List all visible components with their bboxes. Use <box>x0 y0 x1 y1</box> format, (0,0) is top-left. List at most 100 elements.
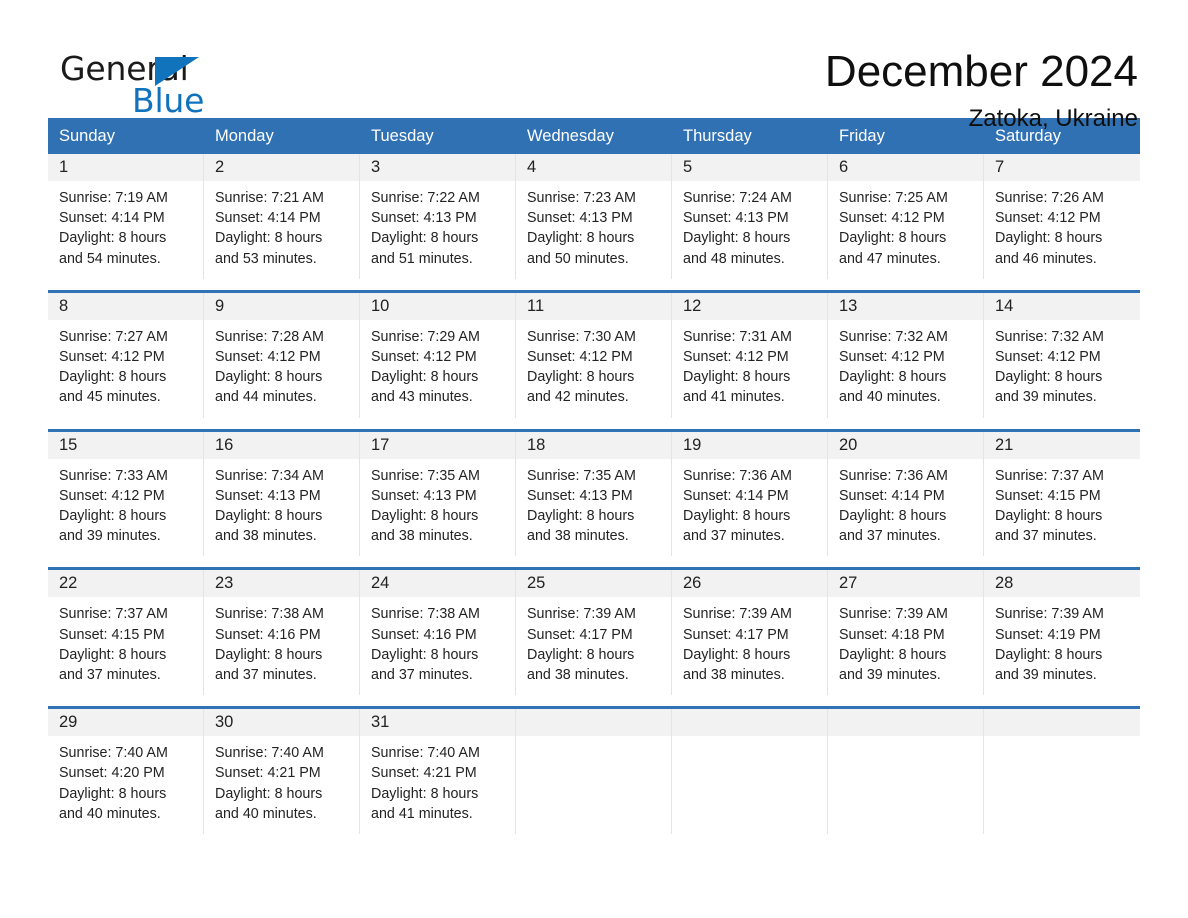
daylight-text-line1: Daylight: 8 hours <box>527 230 635 247</box>
day-details <box>828 736 983 753</box>
day-details: Sunrise: 7:32 AM Sunset: 4:12 PM Daylight:… <box>828 320 983 418</box>
calendar-day-cell[interactable]: 22 Sunrise: 7:37 AM Sunset: 4:15 PM Dayligh… <box>48 570 204 696</box>
calendar-day-cell[interactable]: 13 Sunrise: 7:32 AM Sunset: 4:12 PM Dayligh… <box>828 292 984 418</box>
day-number: 27 <box>839 574 858 593</box>
calendar-day-cell[interactable]: 26 Sunrise: 7:39 AM Sunset: 4:17 PM Dayligh… <box>672 570 828 696</box>
sunset-text: Sunset: 4:14 PM <box>59 210 165 227</box>
sunrise-text: Sunrise: 7:40 AM <box>59 745 168 762</box>
daylight-text-line2: and 38 minutes. <box>215 528 317 545</box>
weekday-header-monday: Monday <box>215 127 274 145</box>
day-number: 13 <box>839 296 858 315</box>
calendar-day-cell-empty <box>516 709 672 835</box>
calendar-day-cell[interactable]: 5 Sunrise: 7:24 AM Sunset: 4:13 PM Daylight… <box>672 154 828 279</box>
calendar-weeks: 1 Sunrise: 7:19 AM Sunset: 4:14 PM Daylight… <box>48 154 1140 835</box>
calendar-day-cell[interactable]: 7 Sunrise: 7:26 AM Sunset: 4:12 PM Daylight… <box>984 154 1140 279</box>
sunset-text: Sunset: 4:13 PM <box>527 210 633 227</box>
logo-text-blue: Blue <box>132 81 205 120</box>
sunrise-text: Sunrise: 7:32 AM <box>995 328 1104 345</box>
day-number: 2 <box>215 158 225 176</box>
weekday-header-thursday: Thursday <box>683 127 752 145</box>
day-details: Sunrise: 7:35 AM Sunset: 4:13 PM Daylight:… <box>360 459 515 557</box>
sunset-text: Sunset: 4:12 PM <box>215 349 321 366</box>
calendar-day-cell-empty <box>672 709 828 835</box>
daylight-text-line2: and 40 minutes. <box>59 805 161 822</box>
sunrise-text: Sunrise: 7:40 AM <box>215 745 324 762</box>
day-number: 15 <box>59 435 78 454</box>
day-number-band: 2 <box>204 154 359 181</box>
day-number: 11 <box>527 296 545 315</box>
day-details: Sunrise: 7:23 AM Sunset: 4:13 PM Daylight:… <box>516 181 671 279</box>
day-number-band: 21 <box>984 431 1140 459</box>
calendar-day-cell[interactable]: 28 Sunrise: 7:39 AM Sunset: 4:19 PM Dayligh… <box>984 570 1140 696</box>
sunrise-text: Sunrise: 7:22 AM <box>371 190 480 206</box>
calendar-day-cell[interactable]: 19 Sunrise: 7:36 AM Sunset: 4:14 PM Dayligh… <box>672 431 828 557</box>
day-number: 26 <box>683 574 702 593</box>
calendar-day-cell[interactable]: 29 Sunrise: 7:40 AM Sunset: 4:20 PM Dayligh… <box>48 709 204 835</box>
sunrise-text: Sunrise: 7:28 AM <box>215 328 324 345</box>
day-number-band: 5 <box>672 154 827 181</box>
calendar-day-cell[interactable]: 3 Sunrise: 7:22 AM Sunset: 4:13 PM Daylight… <box>360 154 516 279</box>
general-blue-logo[interactable]: General Blue <box>60 46 260 118</box>
calendar-day-cell[interactable]: 1 Sunrise: 7:19 AM Sunset: 4:14 PM Daylight… <box>48 154 204 279</box>
day-number-band: 7 <box>984 154 1140 181</box>
daylight-text-line2: and 43 minutes. <box>371 389 473 406</box>
calendar-day-cell[interactable]: 8 Sunrise: 7:27 AM Sunset: 4:12 PM Daylight… <box>48 292 204 418</box>
calendar-day-cell[interactable]: 30 Sunrise: 7:40 AM Sunset: 4:21 PM Dayligh… <box>204 709 360 835</box>
day-number: 18 <box>527 435 546 454</box>
day-details: Sunrise: 7:29 AM Sunset: 4:12 PM Daylight:… <box>360 320 515 418</box>
calendar-day-cell[interactable]: 14 Sunrise: 7:32 AM Sunset: 4:12 PM Dayligh… <box>984 292 1140 418</box>
day-details: Sunrise: 7:32 AM Sunset: 4:12 PM Daylight:… <box>984 320 1140 418</box>
daylight-text-line2: and 37 minutes. <box>371 667 473 684</box>
daylight-text-line2: and 50 minutes. <box>527 250 629 267</box>
calendar-day-cell[interactable]: 25 Sunrise: 7:39 AM Sunset: 4:17 PM Dayligh… <box>516 570 672 696</box>
daylight-text-line1: Daylight: 8 hours <box>215 646 323 663</box>
day-details: Sunrise: 7:39 AM Sunset: 4:17 PM Daylight:… <box>672 597 827 695</box>
calendar-day-cell[interactable]: 24 Sunrise: 7:38 AM Sunset: 4:16 PM Dayligh… <box>360 570 516 696</box>
calendar-week-row: 15 Sunrise: 7:33 AM Sunset: 4:12 PM Dayligh… <box>48 428 1140 557</box>
day-number-band: 17 <box>360 431 515 459</box>
day-number-band: 29 <box>48 709 203 737</box>
daylight-text-line1: Daylight: 8 hours <box>215 230 323 247</box>
calendar-day-cell[interactable]: 12 Sunrise: 7:31 AM Sunset: 4:12 PM Dayligh… <box>672 292 828 418</box>
daylight-text-line1: Daylight: 8 hours <box>371 508 479 525</box>
calendar-page: General Blue December 2024 Zatoka, Ukrai… <box>0 0 1188 918</box>
day-details: Sunrise: 7:39 AM Sunset: 4:19 PM Daylight:… <box>984 597 1140 695</box>
day-number-band: 25 <box>516 570 671 598</box>
calendar-day-cell[interactable]: 6 Sunrise: 7:25 AM Sunset: 4:12 PM Daylight… <box>828 154 984 279</box>
calendar-day-cell[interactable]: 21 Sunrise: 7:37 AM Sunset: 4:15 PM Dayligh… <box>984 431 1140 557</box>
sunrise-text: Sunrise: 7:38 AM <box>371 606 480 623</box>
calendar-day-cell[interactable]: 2 Sunrise: 7:21 AM Sunset: 4:14 PM Daylight… <box>204 154 360 279</box>
daylight-text-line2: and 37 minutes. <box>215 667 317 684</box>
calendar-day-cell[interactable]: 31 Sunrise: 7:40 AM Sunset: 4:21 PM Dayligh… <box>360 709 516 835</box>
calendar-day-cell[interactable]: 4 Sunrise: 7:23 AM Sunset: 4:13 PM Daylight… <box>516 154 672 279</box>
calendar-day-cell[interactable]: 18 Sunrise: 7:35 AM Sunset: 4:13 PM Dayligh… <box>516 431 672 557</box>
day-number-band: 27 <box>828 570 983 598</box>
calendar-day-cell[interactable]: 10 Sunrise: 7:29 AM Sunset: 4:12 PM Dayligh… <box>360 292 516 418</box>
sunset-text: Sunset: 4:16 PM <box>371 626 477 643</box>
day-number: 21 <box>995 435 1014 454</box>
day-details: Sunrise: 7:38 AM Sunset: 4:16 PM Daylight:… <box>360 597 515 695</box>
calendar-day-cell-empty <box>984 709 1140 835</box>
calendar-day-cell[interactable]: 16 Sunrise: 7:34 AM Sunset: 4:13 PM Dayligh… <box>204 431 360 557</box>
sunset-text: Sunset: 4:20 PM <box>59 765 165 782</box>
daylight-text-line2: and 40 minutes. <box>839 389 941 406</box>
daylight-text-line1: Daylight: 8 hours <box>839 230 947 247</box>
calendar-day-cell[interactable]: 15 Sunrise: 7:33 AM Sunset: 4:12 PM Dayligh… <box>48 431 204 557</box>
daylight-text-line1: Daylight: 8 hours <box>371 646 479 663</box>
calendar-day-cell[interactable]: 9 Sunrise: 7:28 AM Sunset: 4:12 PM Daylight… <box>204 292 360 418</box>
sunrise-text: Sunrise: 7:33 AM <box>59 467 168 484</box>
calendar-week-row: 8 Sunrise: 7:27 AM Sunset: 4:12 PM Daylight… <box>48 289 1140 418</box>
calendar-day-cell[interactable]: 27 Sunrise: 7:39 AM Sunset: 4:18 PM Dayligh… <box>828 570 984 696</box>
calendar-day-cell[interactable]: 20 Sunrise: 7:36 AM Sunset: 4:14 PM Dayligh… <box>828 431 984 557</box>
day-number: 23 <box>215 574 234 593</box>
sunset-text: Sunset: 4:17 PM <box>527 626 633 643</box>
calendar-day-cell[interactable]: 17 Sunrise: 7:35 AM Sunset: 4:13 PM Dayligh… <box>360 431 516 557</box>
sunset-text: Sunset: 4:13 PM <box>527 487 633 504</box>
day-number-band: 9 <box>204 292 359 320</box>
daylight-text-line2: and 47 minutes. <box>839 250 941 267</box>
sunrise-text: Sunrise: 7:40 AM <box>371 745 480 762</box>
day-details: Sunrise: 7:26 AM Sunset: 4:12 PM Daylight:… <box>984 181 1140 279</box>
sunset-text: Sunset: 4:12 PM <box>683 349 789 366</box>
calendar-day-cell[interactable]: 23 Sunrise: 7:38 AM Sunset: 4:16 PM Dayligh… <box>204 570 360 696</box>
calendar-day-cell[interactable]: 11 Sunrise: 7:30 AM Sunset: 4:12 PM Dayligh… <box>516 292 672 418</box>
